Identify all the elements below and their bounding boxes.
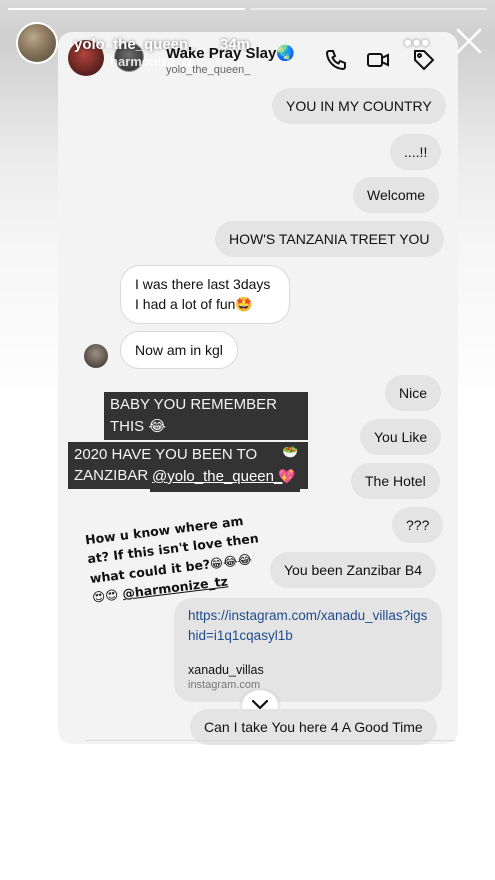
message-bubble[interactable]: HOW'S TANZANIA TREET YOU (215, 221, 444, 258)
link-url[interactable]: https://instagram.com/xanadu_villas?igsh… (188, 606, 428, 647)
message-bubble[interactable]: ....!! (390, 134, 442, 171)
progress-segment (250, 8, 487, 10)
message-bubble[interactable]: I was there last 3days I had a lot of fu… (120, 265, 290, 324)
story-progress (8, 8, 487, 10)
story-avatar[interactable] (16, 22, 58, 64)
shared-story-post[interactable]: BABY YOU REMEMBER THIS 😂 2020 HAVE YOU B… (68, 392, 308, 492)
message-bubble[interactable]: The Hotel (351, 463, 440, 500)
link-domain: instagram.com (188, 678, 261, 691)
message-line: I was there last 3days (135, 276, 271, 292)
message-bubble[interactable]: Welcome (353, 177, 440, 214)
more-icon[interactable]: ••• (404, 30, 430, 56)
close-icon[interactable] (454, 26, 484, 56)
story-time: 34m (220, 36, 251, 53)
message-bubble[interactable]: You been Zanzibar B4 (270, 552, 437, 589)
message-bubble[interactable]: You Like (360, 419, 442, 456)
sender-avatar (84, 344, 108, 368)
salad-emoji: 🥗 (282, 444, 299, 459)
divider (86, 740, 455, 741)
post-caption-line: BABY YOU REMEMBER THIS 😂 (104, 392, 308, 440)
message-bubble[interactable]: Now am in kgl (120, 331, 238, 370)
story-username[interactable]: yolo_the_queen_ (74, 36, 197, 53)
link-title: xanadu_villas (188, 662, 264, 677)
message-line: I had a lot of fun🤩 (135, 296, 253, 313)
progress-segment (8, 8, 245, 10)
phone-icon[interactable] (324, 48, 348, 72)
chat-subtitle: yolo_the_queen_ (166, 64, 251, 76)
caption-emoji: 😍😍 (91, 586, 120, 606)
post-mention[interactable]: @yolo_the_queen_ (152, 468, 282, 485)
message-bubble[interactable]: YOU IN MY COUNTRY (272, 88, 446, 125)
message-bubble[interactable]: ??? (392, 507, 444, 544)
link-preview[interactable]: https://instagram.com/xanadu_villas?igsh… (174, 598, 442, 702)
video-icon[interactable] (366, 48, 390, 72)
message-bubble[interactable]: Nice (385, 375, 442, 412)
heart-emoji: 💖 (278, 468, 296, 484)
